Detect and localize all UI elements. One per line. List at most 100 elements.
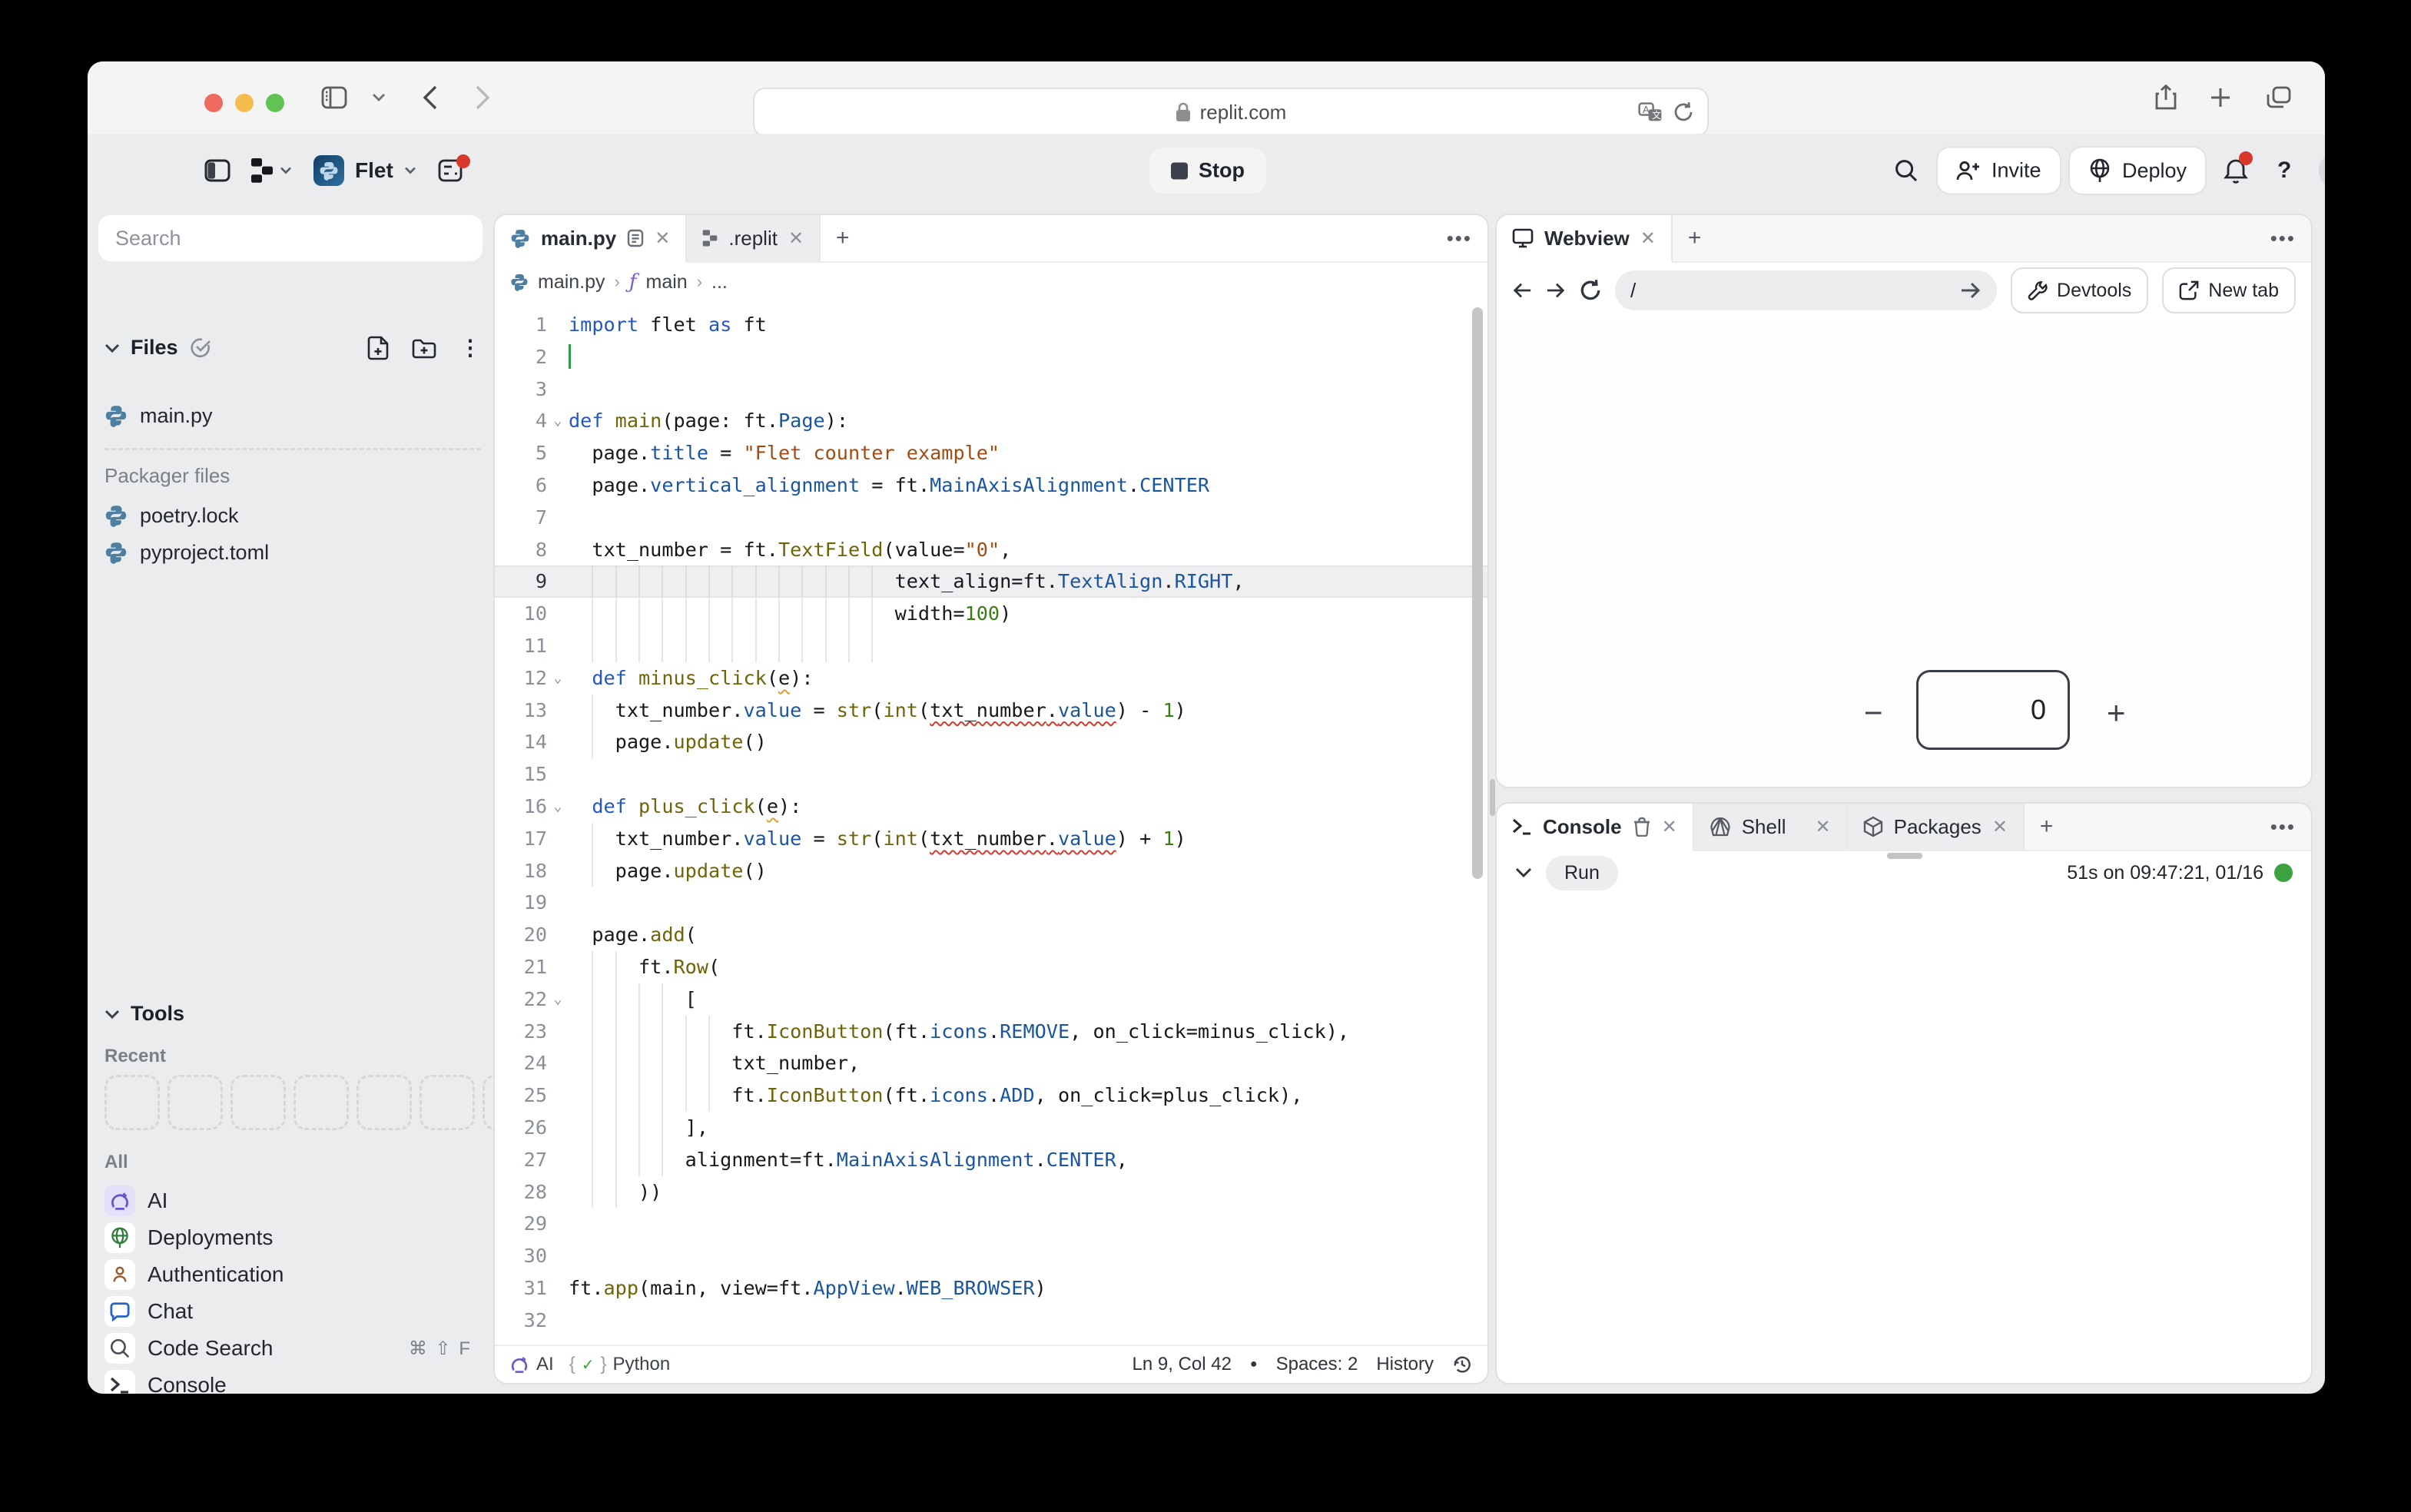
devtools-button[interactable]: Devtools: [2011, 267, 2148, 313]
language-status[interactable]: {✓} Python: [569, 1354, 671, 1375]
code-line[interactable]: 8 txt_number = ft.TextField(value="0",: [495, 534, 1487, 566]
tab-packages[interactable]: Packages ✕: [1848, 804, 2025, 850]
run-chip[interactable]: Run: [1546, 856, 1618, 890]
code-line[interactable]: 24 txt_number,: [495, 1047, 1487, 1079]
new-console-tab-icon[interactable]: +: [2025, 804, 2069, 850]
minimize-window-button[interactable]: [235, 94, 254, 112]
close-icon[interactable]: ✕: [1662, 816, 1677, 838]
fold-chevron-icon[interactable]: ⌄: [547, 983, 569, 1016]
code-line[interactable]: 9 text_align=ft.TextAlign.RIGHT,: [495, 565, 1487, 598]
close-icon[interactable]: ✕: [655, 227, 670, 250]
chevron-down-icon[interactable]: [280, 167, 292, 174]
code-line[interactable]: 19: [495, 887, 1487, 919]
close-icon[interactable]: ✕: [1816, 816, 1831, 838]
code-lines[interactable]: 1import flet as ft234⌄def main(page: ft.…: [495, 303, 1487, 1346]
check-circle-icon[interactable]: [189, 338, 212, 358]
code-line[interactable]: 10 width=100): [495, 598, 1487, 630]
tab-main-py[interactable]: main.py ✕: [495, 215, 687, 263]
tool-item-code-search[interactable]: Code Search ⌘ ⇧ F: [104, 1330, 487, 1367]
minus-button[interactable]: −: [1864, 695, 1883, 731]
console-menu-icon[interactable]: •••: [2255, 804, 2311, 850]
code-line[interactable]: 11: [495, 630, 1487, 662]
reload-icon[interactable]: [1673, 101, 1693, 123]
forward-icon[interactable]: [475, 85, 490, 110]
history-clock-icon[interactable]: [1452, 1354, 1472, 1374]
code-line[interactable]: 16⌄ def plus_click(e):: [495, 791, 1487, 823]
tool-item-chat[interactable]: Chat: [104, 1293, 487, 1330]
docs-icon[interactable]: [438, 159, 464, 182]
code-line[interactable]: 12⌄ def minus_click(e):: [495, 662, 1487, 695]
back-icon[interactable]: [1512, 281, 1532, 300]
close-icon[interactable]: ✕: [788, 227, 804, 250]
new-tab-icon[interactable]: [2210, 87, 2231, 108]
code-line[interactable]: 17 txt_number.value = str(int(txt_number…: [495, 823, 1487, 855]
chevron-down-icon[interactable]: [1515, 867, 1532, 878]
tool-item-ai[interactable]: AI: [104, 1182, 487, 1219]
code-line[interactable]: 23 ft.IconButton(ft.icons.REMOVE, on_cli…: [495, 1016, 1487, 1048]
fold-chevron-icon[interactable]: ⌄: [547, 405, 569, 437]
cursor-position[interactable]: Ln 9, Col 42: [1133, 1354, 1232, 1375]
zoom-window-button[interactable]: [266, 94, 284, 112]
counter-field[interactable]: 0: [1916, 670, 2070, 750]
replit-logo[interactable]: [250, 158, 274, 184]
project-switcher[interactable]: Flet: [313, 155, 416, 186]
forward-icon[interactable]: [1546, 281, 1566, 300]
webview-url-input[interactable]: /: [1615, 270, 1997, 310]
new-file-icon[interactable]: [367, 336, 389, 360]
code-line[interactable]: 32: [495, 1305, 1487, 1337]
bell-icon[interactable]: [2224, 158, 2248, 184]
search-icon[interactable]: [1895, 159, 1918, 182]
chevron-down-icon[interactable]: [104, 343, 120, 353]
deploy-button[interactable]: Deploy: [2070, 148, 2205, 194]
reload-icon[interactable]: [1580, 279, 1601, 302]
horizontal-resize-handle[interactable]: [1490, 779, 1495, 816]
code-line[interactable]: 31ft.app(main, view=ft.AppView.WEB_BROWS…: [495, 1272, 1487, 1305]
code-line[interactable]: 29: [495, 1208, 1487, 1240]
code-line[interactable]: 6 page.vertical_alignment = ft.MainAxisA…: [495, 469, 1487, 502]
kebab-menu-icon[interactable]: ⋮: [459, 335, 481, 360]
share-icon[interactable]: [2154, 85, 2177, 111]
invite-button[interactable]: Invite: [1938, 148, 2060, 194]
go-arrow-icon[interactable]: [1960, 281, 1982, 300]
file-item-poetry-lock[interactable]: poetry.lock: [104, 497, 481, 534]
plus-button[interactable]: +: [2107, 695, 2126, 731]
close-window-button[interactable]: [204, 94, 223, 112]
new-editor-tab-icon[interactable]: +: [821, 215, 865, 261]
address-bar[interactable]: replit.com A文: [753, 88, 1709, 137]
avatar[interactable]: [2319, 152, 2325, 189]
tool-item-console[interactable]: Console: [104, 1367, 487, 1394]
help-icon[interactable]: ?: [2277, 158, 2291, 184]
trash-icon[interactable]: [1633, 817, 1651, 837]
sidebar-toggle-icon[interactable]: [321, 86, 347, 109]
code-line[interactable]: 1import flet as ft: [495, 309, 1487, 341]
stop-button[interactable]: Stop: [1149, 148, 1266, 194]
back-icon[interactable]: [423, 85, 438, 110]
code-line[interactable]: 7: [495, 502, 1487, 534]
code-line[interactable]: 25 ft.IconButton(ft.icons.ADD, on_click=…: [495, 1079, 1487, 1112]
code-line[interactable]: 26 ],: [495, 1112, 1487, 1144]
code-line[interactable]: 27 alignment=ft.MainAxisAlignment.CENTER…: [495, 1144, 1487, 1176]
chevron-down-icon[interactable]: [372, 93, 386, 102]
code-line[interactable]: 22⌄ [: [495, 983, 1487, 1016]
file-item-pyproject-toml[interactable]: pyproject.toml: [104, 534, 481, 571]
code-line[interactable]: 4⌄def main(page: ft.Page):: [495, 405, 1487, 437]
fold-chevron-icon[interactable]: ⌄: [547, 662, 569, 695]
breadcrumb[interactable]: main.py › ƒ main › ...: [495, 261, 1487, 303]
code-line[interactable]: 28 )): [495, 1176, 1487, 1209]
file-item-main-py[interactable]: main.py: [104, 397, 481, 434]
tab-shell[interactable]: Shell ✕: [1694, 804, 1848, 850]
editor-menu-icon[interactable]: •••: [1431, 215, 1487, 261]
tab-console[interactable]: Console ✕: [1497, 804, 1694, 851]
tab-replit[interactable]: .replit ✕: [687, 215, 821, 261]
fold-chevron-icon[interactable]: ⌄: [547, 791, 569, 823]
new-webview-tab-icon[interactable]: +: [1673, 215, 1717, 261]
indent-setting[interactable]: Spaces: 2: [1276, 1354, 1358, 1375]
close-icon[interactable]: ✕: [1992, 816, 2008, 838]
tab-webview[interactable]: Webview ✕: [1497, 215, 1673, 263]
chevron-down-icon[interactable]: [104, 1010, 120, 1019]
panel-toggle-icon[interactable]: [204, 159, 230, 182]
code-line[interactable]: 30: [495, 1240, 1487, 1272]
new-folder-icon[interactable]: [412, 337, 436, 359]
close-icon[interactable]: ✕: [1640, 227, 1656, 250]
tool-item-deployments[interactable]: Deployments: [104, 1219, 487, 1256]
